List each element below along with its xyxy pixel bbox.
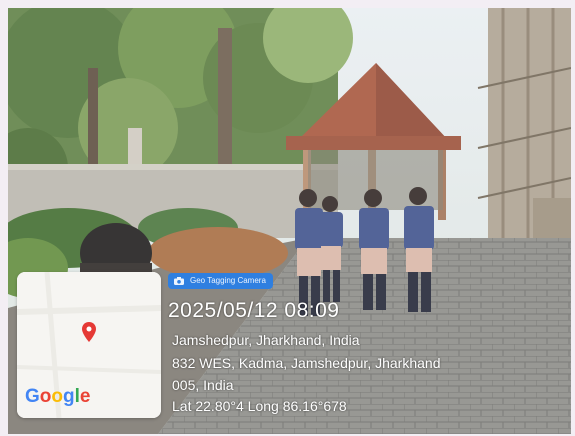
coordinates-line: Lat 22.80°4 Long 86.16°678 — [172, 398, 347, 414]
map-thumbnail[interactable]: Google — [17, 272, 161, 418]
geo-tagged-photo: Google Geo Tagging Camera 2025/05/12 08:… — [0, 0, 575, 436]
geo-tag-badge: Geo Tagging Camera — [168, 273, 273, 289]
address-line-2: 832 WES, Kadma, Jamshedpur, Jharkhand — [172, 355, 441, 371]
geo-tag-badge-label: Geo Tagging Camera — [190, 276, 266, 285]
address-line-1: Jamshedpur, Jharkhand, India — [172, 332, 360, 348]
map-pin-icon — [82, 322, 96, 342]
address-line-3: 005, India — [172, 377, 234, 393]
capture-datetime: 2025/05/12 08:09 — [168, 299, 340, 322]
camera-icon — [174, 277, 184, 285]
photo-frame: Google Geo Tagging Camera 2025/05/12 08:… — [8, 8, 571, 434]
google-logo: Google — [25, 386, 91, 407]
